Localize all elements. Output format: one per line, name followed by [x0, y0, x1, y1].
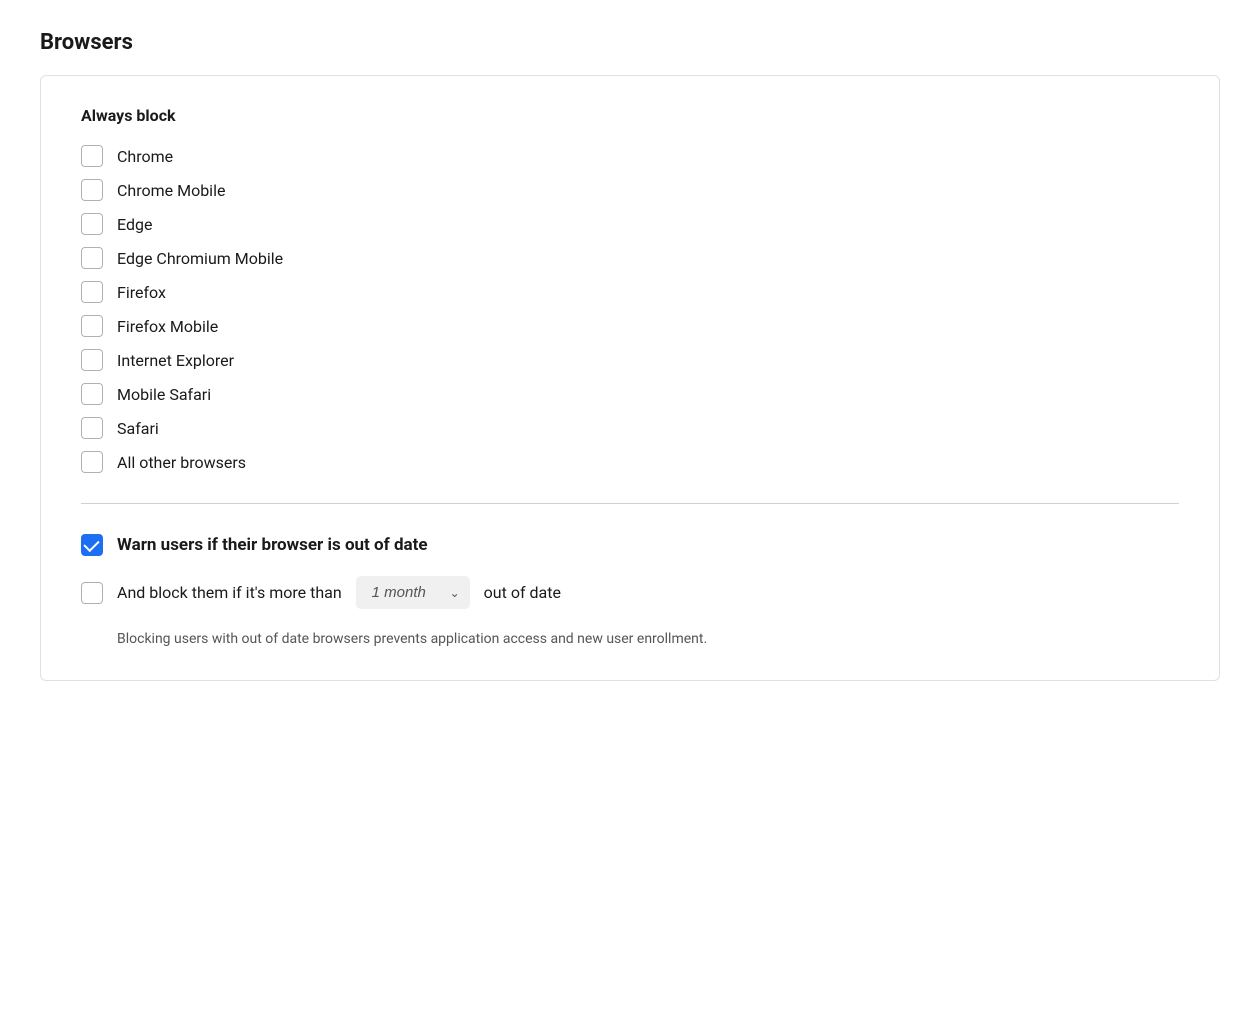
block-users-checkbox[interactable] — [81, 582, 103, 604]
browsers-card: Always block Chrome Chrome Mobile Edge E… — [40, 75, 1220, 681]
list-item: Chrome — [81, 145, 1179, 167]
edge-checkbox[interactable] — [81, 213, 103, 235]
edge-label[interactable]: Edge — [117, 215, 152, 234]
warn-header: Warn users if their browser is out of da… — [81, 534, 1179, 556]
block-row: And block them if it's more than 1 month… — [81, 576, 1179, 609]
firefox-label[interactable]: Firefox — [117, 283, 166, 302]
list-item: Internet Explorer — [81, 349, 1179, 371]
month-dropdown-wrapper: 1 month 2 months 3 months 6 months ⌄ — [356, 576, 470, 609]
firefox-mobile-label[interactable]: Firefox Mobile — [117, 317, 218, 336]
all-other-browsers-label[interactable]: All other browsers — [117, 453, 246, 472]
mobile-safari-checkbox[interactable] — [81, 383, 103, 405]
page-title: Browsers — [40, 30, 1220, 55]
safari-label[interactable]: Safari — [117, 419, 159, 438]
month-select[interactable]: 1 month 2 months 3 months 6 months — [356, 576, 470, 609]
warn-section: Warn users if their browser is out of da… — [81, 534, 1179, 650]
chrome-label[interactable]: Chrome — [117, 147, 173, 166]
edge-chromium-mobile-checkbox[interactable] — [81, 247, 103, 269]
warn-users-checkbox[interactable] — [81, 534, 103, 556]
chrome-checkbox[interactable] — [81, 145, 103, 167]
list-item: All other browsers — [81, 451, 1179, 473]
list-item: Firefox Mobile — [81, 315, 1179, 337]
internet-explorer-label[interactable]: Internet Explorer — [117, 351, 234, 370]
list-item: Mobile Safari — [81, 383, 1179, 405]
list-item: Safari — [81, 417, 1179, 439]
chrome-mobile-checkbox[interactable] — [81, 179, 103, 201]
firefox-checkbox[interactable] — [81, 281, 103, 303]
chrome-mobile-label[interactable]: Chrome Mobile — [117, 181, 225, 200]
internet-explorer-checkbox[interactable] — [81, 349, 103, 371]
section-divider — [81, 503, 1179, 504]
list-item: Chrome Mobile — [81, 179, 1179, 201]
out-of-date-text: out of date — [484, 583, 561, 602]
block-text: And block them if it's more than — [117, 583, 342, 602]
browser-checkbox-list: Chrome Chrome Mobile Edge Edge Chromium … — [81, 145, 1179, 473]
warn-users-label[interactable]: Warn users if their browser is out of da… — [117, 535, 428, 555]
always-block-title: Always block — [81, 106, 1179, 125]
edge-chromium-mobile-label[interactable]: Edge Chromium Mobile — [117, 249, 283, 268]
all-other-browsers-checkbox[interactable] — [81, 451, 103, 473]
firefox-mobile-checkbox[interactable] — [81, 315, 103, 337]
list-item: Edge Chromium Mobile — [81, 247, 1179, 269]
help-text: Blocking users with out of date browsers… — [117, 629, 1179, 650]
mobile-safari-label[interactable]: Mobile Safari — [117, 385, 211, 404]
list-item: Edge — [81, 213, 1179, 235]
list-item: Firefox — [81, 281, 1179, 303]
safari-checkbox[interactable] — [81, 417, 103, 439]
